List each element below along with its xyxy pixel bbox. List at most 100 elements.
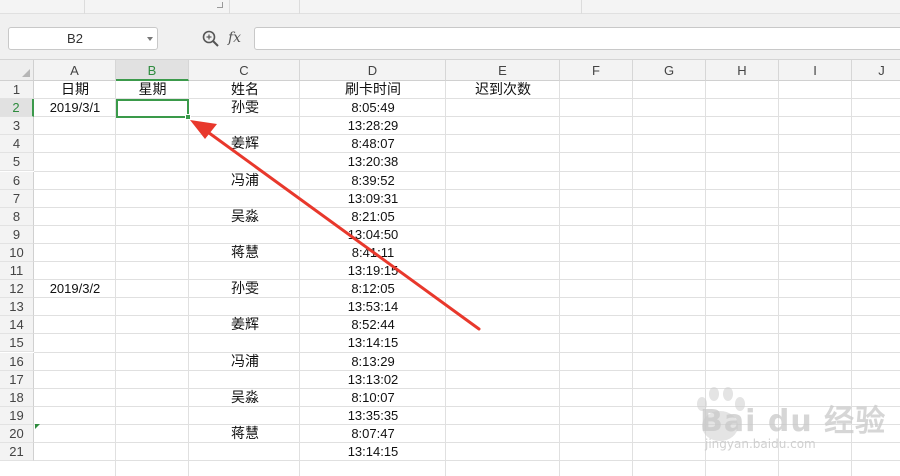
grid-row-line	[34, 243, 900, 244]
cell-indicator-icon	[35, 424, 40, 429]
cell-e1[interactable]: 迟到次数	[446, 81, 560, 99]
cell-d16[interactable]: 8:13:29	[300, 353, 446, 371]
row-header-19[interactable]: 19	[0, 407, 34, 425]
cell-d3[interactable]: 13:28:29	[300, 117, 446, 135]
chevron-down-icon[interactable]	[147, 37, 153, 41]
grid-row-line	[34, 315, 900, 316]
cell-d5[interactable]: 13:20:38	[300, 153, 446, 171]
fill-handle[interactable]	[185, 114, 191, 120]
column-header-d[interactable]: D	[300, 60, 446, 81]
grid-row-line	[34, 352, 900, 353]
cell-c16[interactable]: 冯浦	[189, 353, 300, 371]
ribbon-divider	[84, 0, 85, 14]
cell-d13[interactable]: 13:53:14	[300, 298, 446, 316]
cell-a1[interactable]: 日期	[34, 81, 116, 99]
row-header-15[interactable]: 15	[0, 334, 34, 352]
name-box[interactable]: B2	[8, 27, 158, 50]
grid-row-line	[34, 207, 900, 208]
cell-c6[interactable]: 冯浦	[189, 172, 300, 190]
row-header-5[interactable]: 5	[0, 153, 34, 171]
select-all-corner[interactable]	[0, 60, 34, 81]
cell-d14[interactable]: 8:52:44	[300, 316, 446, 334]
row-header-2[interactable]: 2	[0, 99, 34, 117]
grid-row-line	[34, 297, 900, 298]
active-cell-selection[interactable]	[116, 99, 189, 118]
column-header-e[interactable]: E	[446, 60, 560, 81]
cell-d12[interactable]: 8:12:05	[300, 280, 446, 298]
cell-c14[interactable]: 姜辉	[189, 316, 300, 334]
cell-d6[interactable]: 8:39:52	[300, 172, 446, 190]
row-header-11[interactable]: 11	[0, 262, 34, 280]
row-header-3[interactable]: 3	[0, 117, 34, 135]
grid-row-line	[34, 370, 900, 371]
row-header-13[interactable]: 13	[0, 298, 34, 316]
cell-d4[interactable]: 8:48:07	[300, 135, 446, 153]
cell-c12[interactable]: 孙雯	[189, 280, 300, 298]
row-header-16[interactable]: 16	[0, 353, 34, 371]
formula-input[interactable]	[254, 27, 900, 50]
cell-d21[interactable]: 13:14:15	[300, 443, 446, 461]
column-header-a[interactable]: A	[34, 60, 116, 81]
grid-row-line	[34, 261, 900, 262]
fx-icon[interactable]: fx	[228, 29, 248, 49]
row-header-17[interactable]: 17	[0, 371, 34, 389]
column-header-f[interactable]: F	[560, 60, 633, 81]
name-box-value: B2	[67, 31, 83, 46]
row-header-18[interactable]: 18	[0, 389, 34, 407]
row-header-10[interactable]: 10	[0, 244, 34, 262]
column-header-i[interactable]: I	[779, 60, 852, 81]
column-header-h[interactable]: H	[706, 60, 779, 81]
cell-d11[interactable]: 13:19:15	[300, 262, 446, 280]
cell-d8[interactable]: 8:21:05	[300, 208, 446, 226]
watermark-brand: Bai du 经验	[700, 404, 887, 439]
cell-d20[interactable]: 8:07:47	[300, 425, 446, 443]
column-header-b[interactable]: B	[116, 60, 189, 81]
row-header-20[interactable]: 20	[0, 425, 34, 443]
row-header-8[interactable]: 8	[0, 208, 34, 226]
row-header-14[interactable]: 14	[0, 316, 34, 334]
cell-d17[interactable]: 13:13:02	[300, 371, 446, 389]
column-header-j[interactable]: J	[852, 60, 900, 81]
cell-c8[interactable]: 吴淼	[189, 208, 300, 226]
formula-bar-area: B2 fx	[0, 14, 900, 60]
cell-d10[interactable]: 8:41:11	[300, 244, 446, 262]
row-header-1[interactable]: 1	[0, 81, 34, 99]
grid-row-line	[34, 189, 900, 190]
cell-c10[interactable]: 蒋慧	[189, 244, 300, 262]
cell-c4[interactable]: 姜辉	[189, 135, 300, 153]
cell-b1[interactable]: 星期	[116, 81, 189, 99]
grid-row-line	[34, 225, 900, 226]
cell-c20[interactable]: 蒋慧	[189, 425, 300, 443]
cell-c18[interactable]: 吴淼	[189, 389, 300, 407]
row-header-4[interactable]: 4	[0, 135, 34, 153]
cell-c2[interactable]: 孙雯	[189, 99, 300, 117]
grid-row-line	[34, 333, 900, 334]
zoom-icon[interactable]	[201, 29, 221, 49]
row-header-21[interactable]: 21	[0, 443, 34, 461]
cell-d19[interactable]: 13:35:35	[300, 407, 446, 425]
row-header-6[interactable]: 6	[0, 172, 34, 190]
cell-d15[interactable]: 13:14:15	[300, 334, 446, 352]
watermark-site: jingyan.baidu.com	[705, 437, 816, 451]
grid-row-line	[34, 152, 900, 153]
cell-d7[interactable]: 13:09:31	[300, 190, 446, 208]
cell-a12[interactable]: 2019/3/2	[34, 280, 116, 298]
row-header-12[interactable]: 12	[0, 280, 34, 298]
cell-d9[interactable]: 13:04:50	[300, 226, 446, 244]
cell-a2[interactable]: 2019/3/1	[34, 99, 116, 117]
cell-c1[interactable]: 姓名	[189, 81, 300, 99]
column-header-c[interactable]: C	[189, 60, 300, 81]
cell-d1[interactable]: 刷卡时间	[300, 81, 446, 99]
grid-row-line	[34, 134, 900, 135]
row-header-7[interactable]: 7	[0, 190, 34, 208]
ribbon-divider	[299, 0, 300, 14]
ribbon-divider	[581, 0, 582, 14]
cell-d2[interactable]: 8:05:49	[300, 99, 446, 117]
cell-d18[interactable]: 8:10:07	[300, 389, 446, 407]
column-header-g[interactable]: G	[633, 60, 706, 81]
select-all-icon	[22, 69, 30, 77]
row-header-9[interactable]: 9	[0, 226, 34, 244]
dialog-launcher-icon[interactable]	[217, 2, 223, 8]
grid-row-line	[34, 171, 900, 172]
grid-row-line	[34, 279, 900, 280]
